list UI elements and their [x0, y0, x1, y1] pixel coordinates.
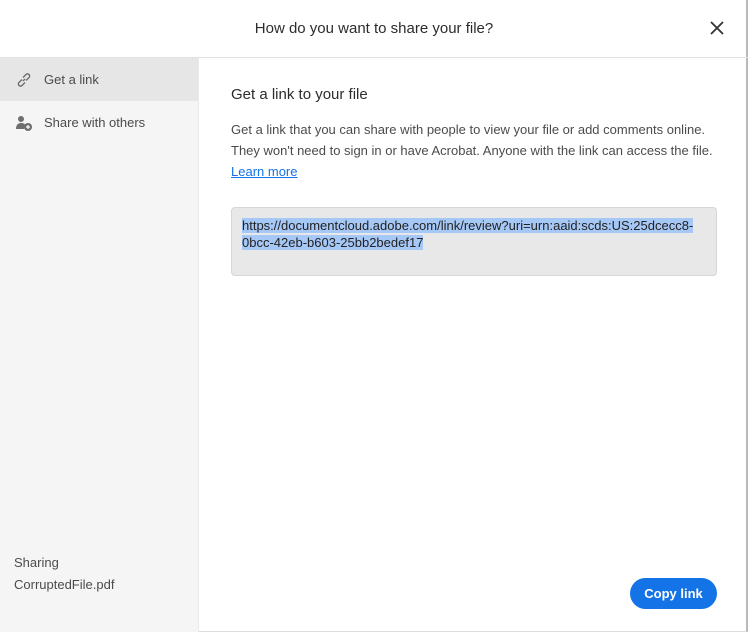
- sharing-label: Sharing: [14, 555, 59, 570]
- add-person-icon: [16, 115, 32, 131]
- link-text: https://documentcloud.adobe.com/link/rev…: [242, 218, 694, 250]
- file-name: CorruptedFile.pdf: [14, 577, 115, 592]
- sidebar-item-label: Get a link: [44, 72, 99, 87]
- sidebar-item-get-link[interactable]: Get a link: [0, 58, 198, 101]
- description-text: Get a link that you can share with peopl…: [231, 122, 713, 158]
- description: Get a link that you can share with peopl…: [231, 119, 717, 182]
- sharing-info: Sharing CorruptedFile.pdf: [14, 552, 114, 596]
- close-icon[interactable]: [706, 17, 728, 39]
- section-heading: Get a link to your file: [231, 86, 368, 103]
- share-dialog: How do you want to share your file? Get …: [0, 0, 748, 632]
- dialog-header: How do you want to share your file?: [0, 0, 748, 58]
- learn-more-link[interactable]: Learn more: [231, 164, 297, 179]
- link-field[interactable]: https://documentcloud.adobe.com/link/rev…: [231, 207, 717, 276]
- link-icon: [17, 72, 31, 87]
- sidebar: Get a link Share with others Sharing Cor…: [0, 58, 199, 632]
- main-panel: Get a link to your file Get a link that …: [231, 86, 717, 276]
- copy-link-button[interactable]: Copy link: [630, 578, 717, 609]
- dialog-title: How do you want to share your file?: [254, 20, 494, 37]
- sidebar-item-share-with-others[interactable]: Share with others: [0, 101, 198, 144]
- sidebar-item-label: Share with others: [44, 115, 146, 130]
